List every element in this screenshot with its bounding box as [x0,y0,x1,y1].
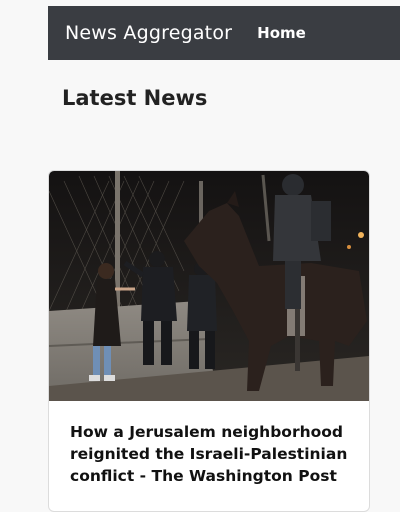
brand-logo-text[interactable]: News Aggregator [65,22,232,44]
news-photo[interactable] [49,171,369,401]
page-title: Latest News [62,86,208,110]
news-card-title[interactable]: How a Jerusalem neighborhood reignited t… [70,421,362,487]
navbar: News Aggregator Home [48,6,400,60]
nav-home-link[interactable]: Home [257,24,306,42]
news-card[interactable]: How a Jerusalem neighborhood reignited t… [48,170,370,512]
